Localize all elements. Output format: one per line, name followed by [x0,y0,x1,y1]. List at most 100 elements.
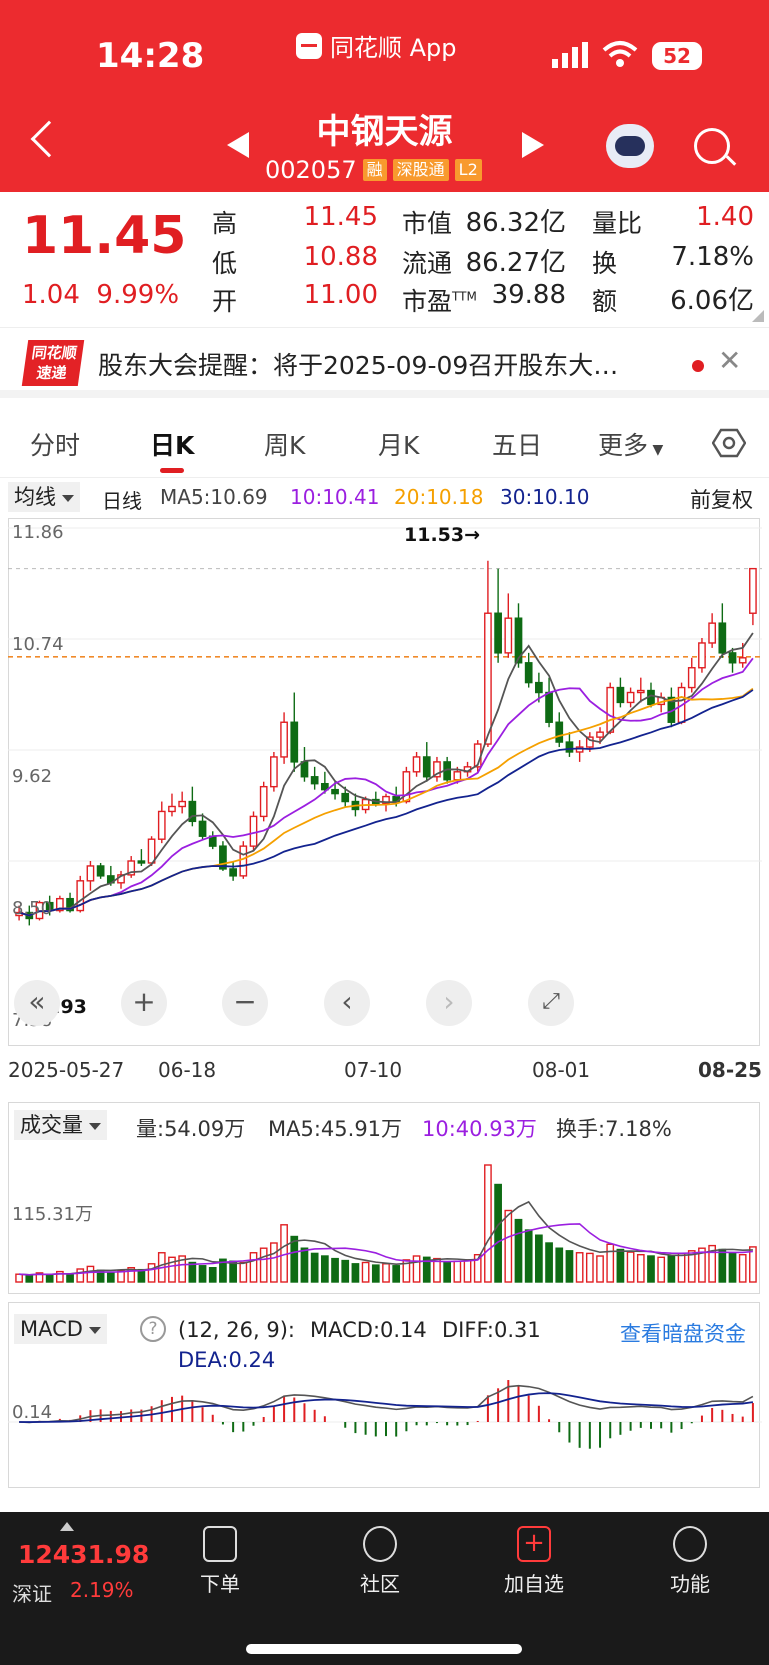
nav-community-label: 社区 [360,1572,400,1596]
volume-bar [524,1229,533,1283]
macd-value: MACD:0.14 [310,1318,427,1342]
expand-corner-icon[interactable] [752,310,764,322]
next-stock-icon[interactable] [522,132,544,158]
volume-bar [351,1263,360,1283]
tab-weekly-k[interactable]: 周K [264,426,305,462]
fullscreen-button[interactable]: ⤢ [528,980,574,1026]
tab-daily-k[interactable]: 日K [150,426,194,462]
stock-code-row: 002057 融 深股通 L2 [265,156,482,184]
tab-five-day[interactable]: 五日 [492,426,542,462]
nav-order-label: 下单 [200,1572,240,1596]
low-value: 10.88 [303,242,378,272]
adjust-toggle[interactable]: 前复权 [690,484,753,514]
tab-monthly-k[interactable]: 月K [378,426,419,462]
active-tab-indicator [160,468,184,473]
volume-bar [514,1218,523,1283]
volume-bar [208,1266,217,1283]
news-logo-icon: 同花顺 速递 [21,340,85,386]
quote-panel: 11.45 1.04 9.99% 高 11.45 低 10.88 开 11.00… [0,192,769,328]
volume-bar [341,1259,350,1283]
low-label: 低 [212,249,238,278]
nav-order[interactable]: 下单 [180,1526,260,1597]
candle-body [96,865,105,877]
volume-bar [647,1255,655,1283]
app-logo-icon [296,32,322,59]
ma5-value: MA5:10.69 [160,485,268,509]
candle-body [545,691,553,723]
candle-body [626,691,635,704]
volume-legend: 成交量 量:54.09万 MA5:45.91万 10:40.93万 换手:7.1… [0,1108,769,1142]
candlestick-chart[interactable] [8,518,762,1042]
zoom-in-button[interactable]: + [121,980,167,1026]
ma-legend: 均线 日线 MA5:10.69 10:10.41 20:10.18 30:10.… [0,480,769,514]
help-icon[interactable]: ? [140,1316,166,1342]
nav-add-watchlist[interactable]: + 加自选 [494,1526,574,1597]
change-value: 1.04 [22,280,80,310]
candle-body [412,756,421,773]
volume-ma5: MA5:45.91万 [268,1117,403,1141]
rewind-button[interactable]: « [14,980,60,1026]
volume-bar [657,1256,666,1283]
volume-bar [382,1263,390,1283]
index-value[interactable]: 12431.98 [18,1540,149,1569]
candle-body [565,741,574,753]
volume-bar [361,1261,370,1283]
home-indicator [246,1644,522,1654]
float-label: 流通 [402,249,453,278]
tag-l2: L2 [454,159,482,181]
zoom-out-button[interactable]: − [222,980,268,1026]
turnover-value: 7.18% [671,242,754,272]
candle-body [708,622,716,644]
candle-body [178,800,187,808]
candle-body [606,686,615,733]
search-icon[interactable] [694,128,730,164]
signal-icon [552,42,588,68]
expand-up-icon[interactable] [60,1522,74,1531]
candle-body [157,810,166,840]
scroll-right-button[interactable]: › [426,980,472,1026]
candle-body [229,868,237,877]
volume-bar [249,1252,258,1283]
volume-chart[interactable] [8,1142,762,1290]
pe-ttm: TTM [452,289,477,304]
volume-selector[interactable]: 成交量 [14,1110,107,1140]
nav-functions[interactable]: 功能 [650,1526,730,1597]
nav-add-label: 加自选 [504,1572,564,1596]
tab-more[interactable]: 更多 ▼ [598,426,663,462]
volume-bar [259,1247,268,1283]
candle-body [484,612,492,745]
candle-body [198,820,207,837]
peak-annotation: 11.53→ [404,524,481,546]
volume-bar [310,1252,319,1283]
notice-bar[interactable]: 同花顺 速递 股东大会提醒：将于2025-09-09召开股东大… ✕ [0,330,769,398]
volume-bar [198,1265,207,1283]
candle-body [728,652,737,664]
tab-more-label: 更多 [598,431,649,460]
scroll-left-button[interactable]: ‹ [324,980,370,1026]
settings-hex-icon[interactable] [712,428,746,458]
battery-icon: 52 [652,42,702,70]
bottom-nav: 12431.98 深证 2.19% 下单 社区 + 加自选 功能 [0,1512,769,1665]
nav-community[interactable]: 社区 [340,1526,420,1597]
volume-bar [636,1253,645,1283]
status-app-name[interactable]: 同花顺 App [296,28,457,63]
close-icon[interactable]: ✕ [718,344,741,377]
notice-text[interactable]: 股东大会提醒：将于2025-09-09召开股东大… [98,346,678,382]
candle-body [341,792,350,803]
volume-bar [229,1260,237,1283]
ma20-value: 20:10.18 [394,485,484,509]
x-tick-1: 2025-05-27 [8,1058,125,1082]
robot-assistant-icon[interactable] [606,124,654,168]
high-value: 11.45 [303,202,378,232]
news-logo-top: 同花顺 [30,344,79,362]
candle-body [137,860,146,864]
indicator-selector[interactable]: 均线 [8,482,80,512]
macd-chart[interactable] [8,1340,762,1490]
wifi-icon [602,41,638,67]
last-price: 11.45 [22,206,187,266]
candle-body [494,612,502,654]
tab-intraday[interactable]: 分时 [30,426,80,462]
volume-bar [626,1251,635,1283]
volume-y-label: 115.31万 [12,1204,93,1225]
candle-body [259,785,268,818]
